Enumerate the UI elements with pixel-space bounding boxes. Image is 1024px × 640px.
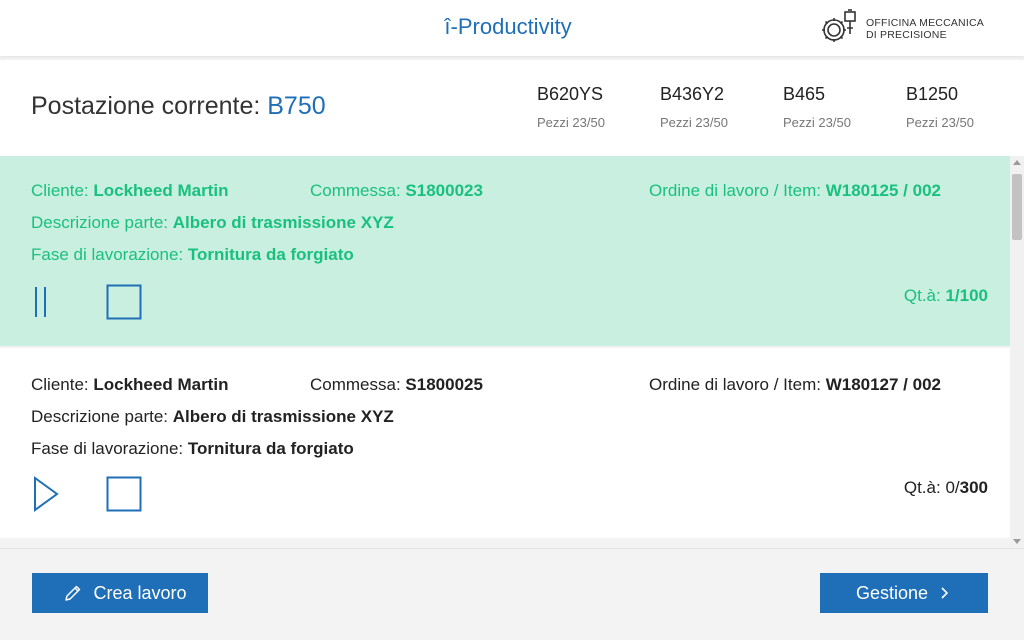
- order-value: S1800025: [405, 375, 483, 394]
- job-client: Cliente: Lockheed Martin: [31, 375, 228, 395]
- job-client: Cliente: Lockheed Martin: [31, 181, 228, 201]
- other-station[interactable]: B620YS Pezzi 23/50: [537, 84, 647, 130]
- work-order-label: Ordine di lavoro / Item:: [649, 375, 826, 394]
- job-list-scrollbar[interactable]: [1010, 156, 1024, 548]
- work-order-value: W180127 / 002: [825, 375, 941, 394]
- other-station-pieces: Pezzi 23/50: [906, 115, 974, 130]
- chevron-right-icon: [941, 587, 949, 599]
- logo-line-2: DI PRECISIONE: [866, 29, 947, 41]
- job-part-desc: Descrizione parte: Albero di trasmission…: [31, 213, 394, 233]
- top-bar: î-Productivity OFFICINA MECCANICA DI PRE…: [0, 0, 1024, 56]
- job-part-desc: Descrizione parte: Albero di trasmission…: [31, 407, 394, 427]
- qty-value: 1/100: [945, 286, 988, 305]
- other-station-pieces: Pezzi 23/50: [783, 115, 851, 130]
- play-icon[interactable]: [26, 476, 62, 512]
- job-work-order: Ordine di lavoro / Item: W180125 / 002: [649, 181, 941, 201]
- client-value: Lockheed Martin: [93, 181, 229, 200]
- phase-label: Fase di lavorazione:: [31, 245, 188, 264]
- qty-done-value: 0/: [945, 478, 960, 497]
- job-quantity: Qt.à: 1/100: [904, 286, 988, 306]
- logo-line-1: OFFICINA MECCANICA: [866, 17, 984, 29]
- current-station-label: Postazione corrente:: [31, 92, 268, 120]
- job-phase: Fase di lavorazione: Tornitura da forgia…: [31, 439, 354, 459]
- part-desc-value: Albero di trasmissione XYZ: [172, 407, 394, 426]
- work-order-value: W180125 / 002: [825, 181, 941, 200]
- work-order-label: Ordine di lavoro / Item:: [649, 181, 826, 200]
- other-station[interactable]: B1250 Pezzi 23/50: [906, 84, 1016, 130]
- other-station[interactable]: B436Y2 Pezzi 23/50: [660, 84, 770, 130]
- other-station-pieces: Pezzi 23/50: [660, 115, 728, 130]
- logo-text: OFFICINA MECCANICA DI PRECISIONE: [866, 17, 984, 41]
- qty-label: Qt.à:: [903, 478, 946, 497]
- job-card[interactable]: Cliente: Lockheed Martin Commessa: S1800…: [0, 348, 1010, 538]
- job-work-order: Ordine di lavoro / Item: W180127 / 002: [649, 375, 941, 395]
- stop-icon[interactable]: [106, 476, 142, 512]
- other-station-pieces: Pezzi 23/50: [537, 115, 605, 130]
- scroll-down-arrow-icon[interactable]: [1013, 539, 1021, 544]
- station-panel: Postazione corrente: B750 B620YS Pezzi 2…: [0, 60, 1024, 156]
- qty-total-value: 300: [959, 478, 988, 497]
- other-station-name: B436Y2: [660, 84, 725, 104]
- bottom-bar: Crea lavoro Gestione: [0, 548, 1024, 640]
- client-value: Lockheed Martin: [93, 375, 229, 394]
- job-order: Commessa: S1800025: [310, 375, 483, 395]
- scroll-up-arrow-icon[interactable]: [1013, 160, 1021, 165]
- job-quantity: Qt.à: 0/300: [904, 478, 988, 498]
- job-phase: Fase di lavorazione: Tornitura da forgia…: [31, 245, 354, 265]
- pencil-icon: [65, 585, 81, 601]
- order-label: Commessa:: [310, 375, 406, 394]
- job-card-active[interactable]: Cliente: Lockheed Martin Commessa: S1800…: [0, 156, 1010, 346]
- other-station-name: B465: [783, 84, 826, 104]
- order-value: S1800023: [405, 181, 483, 200]
- scrollbar-thumb[interactable]: [1012, 174, 1022, 240]
- other-station-name: B620YS: [537, 84, 604, 104]
- stop-icon[interactable]: [106, 284, 142, 320]
- current-station: Postazione corrente: B750: [31, 92, 326, 121]
- current-station-code[interactable]: B750: [267, 92, 325, 120]
- qty-label: Qt.à:: [903, 286, 946, 305]
- gear-machine-icon: [822, 9, 856, 42]
- company-logo: OFFICINA MECCANICA DI PRECISIONE: [818, 8, 1018, 48]
- other-station[interactable]: B465 Pezzi 23/50: [783, 84, 893, 130]
- order-label: Commessa:: [310, 181, 406, 200]
- pause-icon[interactable]: [26, 284, 62, 320]
- manage-button[interactable]: Gestione: [820, 573, 988, 613]
- phase-label: Fase di lavorazione:: [31, 439, 188, 458]
- other-station-name: B1250: [906, 84, 959, 104]
- client-label: Cliente:: [31, 181, 94, 200]
- phase-value: Tornitura da forgiato: [187, 245, 354, 264]
- job-list: Cliente: Lockheed Martin Commessa: S1800…: [0, 156, 1010, 548]
- part-desc-value: Albero di trasmissione XYZ: [172, 213, 394, 232]
- job-order: Commessa: S1800023: [310, 181, 483, 201]
- part-desc-label: Descrizione parte:: [31, 213, 173, 232]
- phase-value: Tornitura da forgiato: [187, 439, 354, 458]
- create-job-label: Crea lavoro: [93, 582, 187, 603]
- manage-label: Gestione: [855, 582, 929, 603]
- part-desc-label: Descrizione parte:: [31, 407, 173, 426]
- client-label: Cliente:: [31, 375, 94, 394]
- create-job-button[interactable]: Crea lavoro: [32, 573, 208, 613]
